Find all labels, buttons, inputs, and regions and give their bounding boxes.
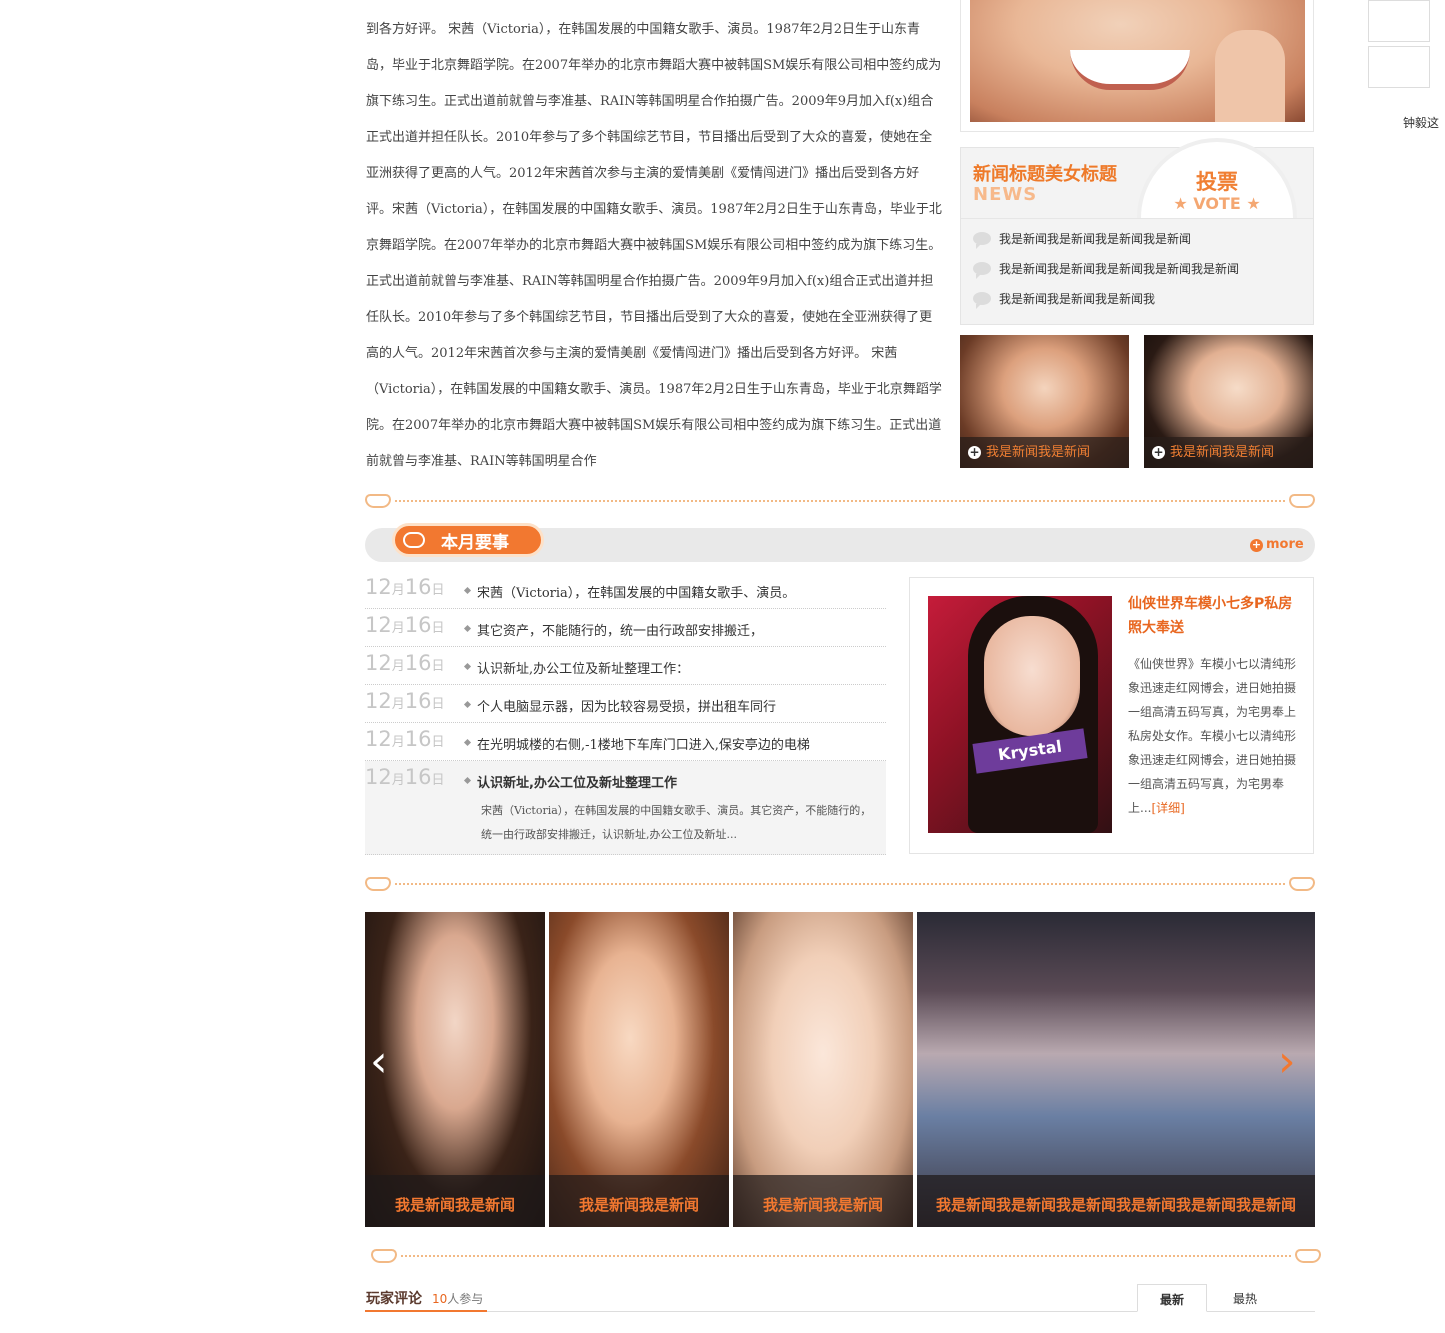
vote-item[interactable]: 我是新闻我是新闻我是新闻我是新闻 [973, 230, 1239, 260]
vote-title: 新闻标题美女标题 [973, 164, 1117, 185]
speech-bubble-icon [973, 262, 991, 279]
event-date: 12月16日 [365, 765, 445, 789]
vote-item[interactable]: 我是新闻我是新闻我是新闻我 [973, 290, 1239, 320]
decorative-divider [365, 494, 1315, 508]
event-date: 12月16日 [365, 727, 445, 751]
feature-body: 《仙侠世界》车模小七以清纯形象迅速走红网博会，进日她拍摄一组高清五码写真，为宅男… [1128, 657, 1297, 815]
vote-badge-en: ★ VOTE ★ [1173, 194, 1261, 213]
news-thumb[interactable]: + 我是新闻我是新闻 [960, 335, 1129, 468]
vote-panel: 投票 ★ VOTE ★ 新闻标题美女标题 NEWS 我是新闻我是新闻我是新闻我是… [960, 138, 1314, 325]
gallery-photo[interactable]: 我是新闻我是新闻 [733, 912, 913, 1227]
next-arrow-icon[interactable]: › [1278, 1038, 1296, 1086]
article-body: 到各方好评。 宋茜（Victoria），在韩国发展的中国籍女歌手、演员。1987… [366, 22, 942, 469]
gallery-caption: 我是新闻我是新闻 [549, 1175, 729, 1227]
event-row-highlight[interactable]: 12月16日 认识新址,办公工位及新址整理工作 宋茜（Victoria），在韩国… [365, 761, 886, 855]
event-text: 宋茜（Victoria），在韩国发展的中国籍女歌手、演员。 [477, 586, 796, 601]
events-list: 12月16日 宋茜（Victoria），在韩国发展的中国籍女歌手、演员。 12月… [365, 571, 886, 855]
gallery-caption: 我是新闻我是新闻我是新闻我是新闻我是新闻我是新闻 [917, 1175, 1315, 1227]
top-photo-image[interactable] [970, 0, 1305, 122]
news-thumb-caption: 我是新闻我是新闻 [1170, 445, 1275, 460]
comments-underline [365, 1310, 487, 1312]
comments-count: 10人参与 [432, 1292, 484, 1306]
section-tag: 本月要事 [392, 523, 544, 557]
bullet-icon [463, 662, 472, 671]
event-row[interactable]: 12月16日 宋茜（Victoria），在韩国发展的中国籍女歌手、演员。 [365, 571, 886, 609]
section-title: 本月要事 [441, 533, 509, 553]
vote-list: 我是新闻我是新闻我是新闻我是新闻 我是新闻我是新闻我是新闻我是新闻我是新闻 我是… [973, 230, 1239, 320]
plus-icon: + [1250, 538, 1263, 552]
event-row[interactable]: 12月16日 其它资产，不能随行的，统一由行政部安排搬迁， [365, 609, 886, 647]
event-text: 其它资产，不能随行的，统一由行政部安排搬迁， [477, 624, 764, 639]
gallery-caption: 我是新闻我是新闻 [365, 1175, 545, 1227]
tab-newest[interactable]: 最新 [1137, 1284, 1207, 1312]
feature-title[interactable]: 仙侠世界车模小七多P私房照大奉送 [1128, 592, 1298, 640]
event-row[interactable]: 12月16日 在光明城楼的右侧,-1楼地下车库门口进入,保安亭边的电梯 [365, 723, 886, 761]
vote-item[interactable]: 我是新闻我是新闻我是新闻我是新闻我是新闻 [973, 260, 1239, 290]
vote-badge-cn: 投票 [1196, 170, 1238, 194]
event-date: 12月16日 [365, 689, 445, 713]
speech-bubble-icon [973, 292, 991, 309]
detail-link[interactable]: [详细] [1151, 801, 1184, 815]
bullet-icon [463, 624, 472, 633]
vote-subtitle: NEWS [973, 184, 1038, 205]
prev-arrow-icon[interactable]: ‹ [370, 1038, 388, 1086]
decorative-divider [365, 877, 1315, 891]
event-date: 12月16日 [365, 651, 445, 675]
gallery-caption: 我是新闻我是新闻 [733, 1175, 913, 1227]
feature-photo[interactable]: Krystal [928, 596, 1112, 833]
bullet-icon [463, 586, 472, 595]
side-float-button[interactable] [1368, 0, 1430, 42]
event-date: 12月16日 [365, 613, 445, 637]
decorative-divider [371, 1249, 1321, 1263]
event-text: 认识新址,办公工位及新址整理工作 [477, 776, 677, 791]
event-text: 个人电脑显示器，因为比较容易受损，拼出租车同行 [477, 700, 777, 715]
side-float-button[interactable] [1368, 46, 1430, 88]
gallery-photo[interactable]: 我是新闻我是新闻我是新闻我是新闻我是新闻我是新闻 [917, 912, 1315, 1227]
event-row[interactable]: 12月16日 认识新址,办公工位及新址整理工作： [365, 647, 886, 685]
bullet-icon [463, 700, 472, 709]
plus-icon: + [968, 445, 981, 459]
more-link[interactable]: + more [1250, 537, 1304, 552]
bullet-icon [463, 738, 472, 747]
news-thumb-caption: 我是新闻我是新闻 [986, 445, 1091, 460]
event-description: 宋茜（Victoria），在韩国发展的中国籍女歌手、演员。其它资产，不能随行的，… [481, 804, 872, 841]
feature-card: Krystal 仙侠世界车模小七多P私房照大奉送 《仙侠世界》车模小七以清纯形象… [909, 577, 1314, 854]
gallery-photo[interactable]: 我是新闻我是新闻 [365, 912, 545, 1227]
top-photo-frame [960, 0, 1314, 132]
event-text: 认识新址,办公工位及新址整理工作： [477, 662, 690, 677]
gallery-photo[interactable]: 我是新闻我是新闻 [549, 912, 729, 1227]
comments-title: 玩家评论 [366, 1291, 422, 1307]
plus-icon: + [1152, 445, 1165, 459]
news-thumb[interactable]: + 我是新闻我是新闻 [1144, 335, 1313, 468]
bullet-icon [463, 776, 472, 785]
clip-icon [403, 532, 425, 548]
event-text: 在光明城楼的右侧,-1楼地下车库门口进入,保安亭边的电梯 [477, 738, 810, 753]
tab-hottest[interactable]: 最热 [1210, 1284, 1280, 1312]
side-text: 钟毅这 [1403, 116, 1440, 130]
event-row[interactable]: 12月16日 个人电脑显示器，因为比较容易受损，拼出租车同行 [365, 685, 886, 723]
speech-bubble-icon [973, 232, 991, 249]
event-date: 12月16日 [365, 575, 445, 599]
